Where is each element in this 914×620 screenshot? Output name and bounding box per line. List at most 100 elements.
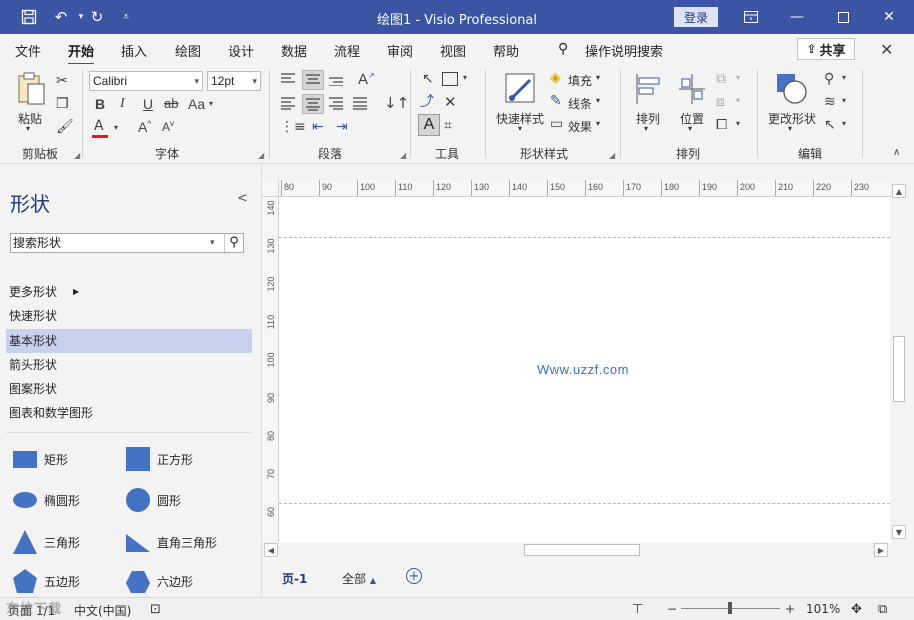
copy-icon[interactable]: ❐ (56, 97, 69, 111)
shape-triangle[interactable]: 三角形 (12, 530, 80, 554)
align-top-left-icon[interactable] (280, 72, 298, 90)
category-quick-shapes[interactable]: 快速形状 (6, 304, 252, 328)
group-icon[interactable]: ⧉ (716, 72, 726, 86)
tab-draw[interactable]: 绘图 (175, 41, 201, 60)
text-tool-button[interactable]: A (418, 114, 440, 136)
connection-point-icon[interactable]: ✕ (444, 95, 457, 110)
category-arrow-shapes[interactable]: 箭头形状 (6, 353, 252, 377)
align-right-icon[interactable] (328, 96, 346, 114)
horizontal-scroll-thumb[interactable] (524, 544, 640, 556)
align-left-icon[interactable] (280, 96, 298, 114)
tab-home[interactable]: 开始 (68, 41, 95, 65)
vertical-scrollbar[interactable]: ▲ ▼ (890, 180, 908, 542)
justify-icon[interactable] (352, 96, 370, 114)
tab-insert[interactable]: 插入 (121, 41, 147, 60)
tab-data[interactable]: 数据 (281, 41, 307, 60)
scroll-right-icon[interactable]: ▶ (874, 543, 888, 557)
scroll-down-icon[interactable]: ▼ (892, 525, 906, 539)
paragraph-spacing-icon[interactable]: ↓↑ (384, 96, 409, 111)
chevron-down-icon[interactable]: ▾ (114, 124, 118, 132)
tab-file[interactable]: 文件 (15, 41, 41, 60)
bold-button[interactable]: B (95, 97, 105, 111)
search-icon[interactable]: ⚲ (224, 234, 243, 252)
rotate-text-icon[interactable]: A↗ (358, 72, 375, 88)
bullets-icon[interactable]: ⋮≡ (280, 120, 306, 134)
vertical-scroll-thumb[interactable] (893, 336, 905, 402)
shape-search-input[interactable]: 搜索形状 ▾ ⚲ (10, 233, 244, 253)
tab-process[interactable]: 流程 (334, 41, 360, 60)
tell-me-search[interactable]: 操作说明搜索 (585, 41, 663, 60)
share-button[interactable]: ⇪ 共享 (797, 38, 855, 60)
scroll-up-icon[interactable]: ▲ (892, 184, 906, 198)
tab-design[interactable]: 设计 (228, 41, 254, 60)
tab-help[interactable]: 帮助 (493, 41, 519, 60)
fill-button[interactable]: ◈ 填充 ▾ (550, 71, 610, 89)
font-size-combo[interactable]: 12pt ▾ (207, 71, 261, 91)
italic-button[interactable]: I (120, 97, 125, 111)
minimize-icon[interactable]: — (774, 0, 820, 34)
line-button[interactable]: ✎ 线条 ▾ (550, 94, 610, 112)
font-color-button[interactable]: A (92, 119, 116, 141)
presentation-mode-icon[interactable]: ⊤ (632, 602, 643, 617)
shrink-font-button[interactable]: Av (162, 120, 174, 134)
align-top-right-icon[interactable] (328, 72, 346, 90)
collapse-ribbon-icon[interactable]: ∧ (893, 148, 900, 158)
pointer-tool-icon[interactable]: ↖ (422, 72, 434, 86)
chevron-down-icon[interactable]: ▾ (842, 120, 846, 128)
paragraph-launcher-icon[interactable]: ◢ (400, 151, 406, 160)
crop-tool-icon[interactable]: ⌗ (444, 119, 452, 133)
add-page-icon[interactable]: + (406, 568, 422, 584)
zoom-level[interactable]: 101% (806, 602, 840, 616)
shape-ellipse[interactable]: 椭圆形 (12, 488, 80, 512)
format-painter-icon[interactable]: 🖌 (56, 120, 74, 134)
category-more-shapes[interactable]: 更多形状 ▶ (6, 280, 252, 304)
shape-circle[interactable]: 圆形 (125, 488, 181, 512)
cut-icon[interactable]: ✂ (56, 74, 68, 88)
category-pattern-shapes[interactable]: 图案形状 (6, 377, 252, 401)
clipboard-launcher-icon[interactable]: ◢ (74, 151, 80, 160)
position-button[interactable]: 位置 ▾ (674, 70, 710, 136)
vertical-ruler[interactable]: 140 130 120 110 100 90 80 70 60 (262, 197, 279, 542)
language-indicator[interactable]: 中文(中国) (74, 602, 131, 619)
all-pages-button[interactable]: 全部 ▲ (342, 570, 376, 587)
shape-right-triangle[interactable]: 直角三角形 (125, 530, 217, 554)
align-center-icon[interactable] (302, 94, 324, 114)
layers-icon[interactable]: ≋ (824, 95, 836, 109)
shape-hexagon[interactable]: 六边形 (125, 569, 193, 593)
strikethrough-button[interactable]: ab (164, 97, 178, 110)
horizontal-scrollbar[interactable]: ◀ ▶ (262, 542, 890, 558)
increase-indent-icon[interactable]: ⇥ (336, 120, 348, 134)
change-shape-button[interactable]: 更改形状 ▾ (766, 70, 818, 136)
connector-tool-icon[interactable]: ⤴ (420, 95, 434, 109)
paste-button[interactable]: 粘贴 ▾ (14, 70, 48, 133)
horizontal-ruler[interactable]: 80 90 100 110 120 130 140 150 160 170 180 190 200 210… (262, 180, 890, 197)
fit-to-window-icon[interactable]: ✥ (851, 602, 862, 617)
chevron-down-icon[interactable]: ▾ (736, 120, 740, 128)
maximize-icon[interactable] (820, 0, 866, 34)
login-button[interactable]: 登录 (674, 7, 718, 27)
collapse-pane-icon[interactable]: < (237, 191, 248, 206)
chevron-down-icon[interactable]: ▾ (210, 234, 215, 252)
font-launcher-icon[interactable]: ◢ (258, 151, 264, 160)
shape-styles-launcher-icon[interactable]: ◢ (609, 151, 615, 160)
tab-review[interactable]: 审阅 (387, 41, 413, 60)
switch-windows-icon[interactable]: ⧉ (878, 602, 887, 617)
find-icon[interactable]: ⚲ (824, 72, 834, 86)
ribbon-display-icon[interactable] (728, 0, 774, 34)
font-name-combo[interactable]: Calibri ▾ (89, 71, 203, 91)
macro-record-icon[interactable]: ⊡ (150, 602, 161, 617)
close-window-icon[interactable]: ✕ (866, 0, 912, 34)
grow-font-button[interactable]: A^ (138, 120, 151, 134)
shape-pentagon[interactable]: 五边形 (12, 569, 80, 593)
chevron-down-icon[interactable]: ▾ (463, 74, 467, 82)
category-basic-shapes[interactable]: 基本形状 (6, 329, 252, 353)
close-pane-icon[interactable]: ✕ (880, 40, 893, 59)
select-icon[interactable]: ↖ (824, 118, 836, 132)
zoom-out-button[interactable]: − (667, 602, 677, 616)
size-position-icon[interactable]: ⧠ (716, 118, 727, 132)
chevron-down-icon[interactable]: ▾ (209, 100, 213, 108)
shape-square[interactable]: 正方形 (125, 447, 193, 471)
decrease-indent-icon[interactable]: ⇤ (312, 120, 324, 134)
rectangle-tool-icon[interactable] (442, 72, 458, 86)
lightbulb-search-icon[interactable]: ⚲ (558, 41, 568, 57)
